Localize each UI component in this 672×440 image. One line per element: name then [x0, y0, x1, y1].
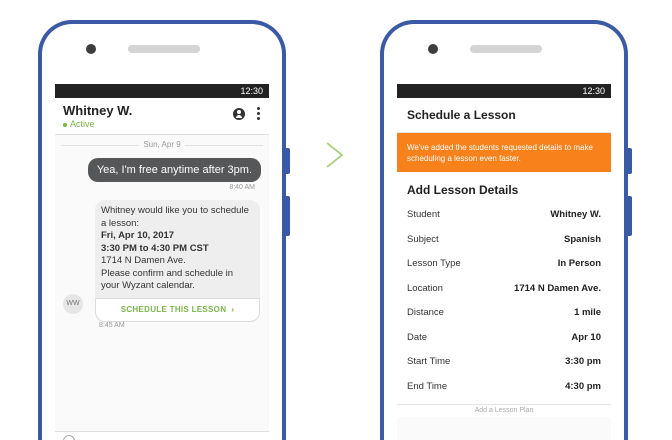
section-title: Add Lesson Details [407, 183, 519, 197]
detail-label: Date [407, 331, 428, 343]
chevron-right-icon [326, 142, 344, 168]
status-label: Active [70, 119, 95, 129]
detail-value: Whitney W. [550, 209, 601, 220]
chevron-right-icon: › [231, 304, 235, 314]
detail-value: 1714 N Damen Ave. [514, 282, 601, 294]
avatar: WW [63, 294, 83, 314]
status-time: 12:30 [582, 86, 605, 96]
detail-label: Subject [407, 233, 439, 245]
contact-status: Active [63, 119, 95, 129]
front-camera [428, 44, 438, 54]
info-banner: We've added the students requested detai… [397, 133, 611, 172]
account-icon[interactable] [233, 108, 245, 120]
schedule-button-label: SCHEDULE THIS LESSON [120, 304, 227, 314]
detail-value: Apr 10 [571, 331, 601, 343]
detail-value: 3:30 pm [565, 356, 601, 367]
detail-value: 1 mile [574, 307, 601, 318]
power-button [628, 148, 632, 174]
contact-name[interactable]: Whitney W. [63, 103, 132, 118]
front-camera [86, 44, 96, 54]
more-options-icon[interactable] [257, 107, 261, 121]
active-dot-icon [63, 122, 67, 127]
detail-label: Lesson Type [407, 258, 461, 269]
power-button [286, 148, 290, 174]
outgoing-timestamp: 8:40 AM [229, 184, 255, 191]
schedule-lesson-button[interactable]: SCHEDULE THIS LESSON › [95, 297, 260, 322]
status-bar: 12:30 [397, 84, 611, 98]
detail-label: Student [407, 209, 440, 220]
detail-label: Distance [407, 307, 444, 318]
add-icon[interactable] [63, 435, 75, 440]
message-note: Please confirm and schedule in your Wyza… [101, 267, 234, 292]
page-title: Schedule a Lesson [397, 98, 611, 133]
incoming-message: Whitney would like you to schedule a les… [95, 200, 260, 322]
detail-row-location[interactable]: Location 1714 N Damen Ave. [397, 277, 611, 302]
status-time: 12:30 [240, 86, 263, 96]
detail-label: End Time [407, 380, 448, 392]
outgoing-message: Yea, I'm free anytime after 3pm. [87, 158, 261, 182]
chat-screen: 12:30 Whitney W. Active Sun, Apr 9 Yea, … [55, 84, 269, 440]
detail-label: Location [407, 282, 443, 294]
speaker-grille [128, 45, 200, 53]
message-intro: Whitney would like you to schedule a les… [101, 205, 249, 229]
schedule-screen: 12:30 Schedule a Lesson We've added the … [397, 84, 611, 440]
volume-button [286, 196, 290, 236]
speaker-grille [470, 45, 542, 53]
left-phone: 12:30 Whitney W. Active Sun, Apr 9 Yea, … [38, 20, 286, 440]
detail-row-distance[interactable]: Distance 1 mile [397, 301, 611, 326]
detail-value: 4:30 pm [565, 380, 601, 392]
status-bar: 12:30 [55, 84, 269, 98]
volume-button [628, 196, 632, 236]
lesson-details-form: Add Lesson Details Student Whitney W. Sub… [397, 172, 611, 417]
lesson-address: 1714 N Damen Ave. [101, 255, 186, 266]
detail-value: Spanish [564, 233, 601, 245]
detail-row-end-time[interactable]: End Time 4:30 pm [397, 375, 611, 400]
detail-value: In Person [557, 258, 601, 269]
detail-row-student[interactable]: Student Whitney W. [397, 203, 611, 228]
date-divider: Sun, Apr 9 [55, 140, 269, 149]
lesson-date: Fri, Apr 10, 2017 [101, 230, 175, 241]
lesson-time-range: 3:30 PM to 4:30 PM CST [101, 242, 209, 254]
detail-row-subject[interactable]: Subject Spanish [397, 228, 611, 253]
incoming-timestamp: 8:45 AM [99, 322, 125, 329]
right-phone: 12:30 Schedule a Lesson We've added the … [380, 20, 628, 440]
detail-row-lesson-type[interactable]: Lesson Type In Person [397, 252, 611, 277]
detail-row-start-time[interactable]: Start Time 3:30 pm [397, 350, 611, 375]
add-lesson-plan-button[interactable]: Add a Lesson Plan [397, 404, 611, 417]
chat-header: Whitney W. Active [55, 98, 269, 135]
message-composer[interactable] [55, 431, 269, 440]
detail-label: Start Time [407, 356, 451, 367]
detail-row-date[interactable]: Date Apr 10 [397, 326, 611, 351]
